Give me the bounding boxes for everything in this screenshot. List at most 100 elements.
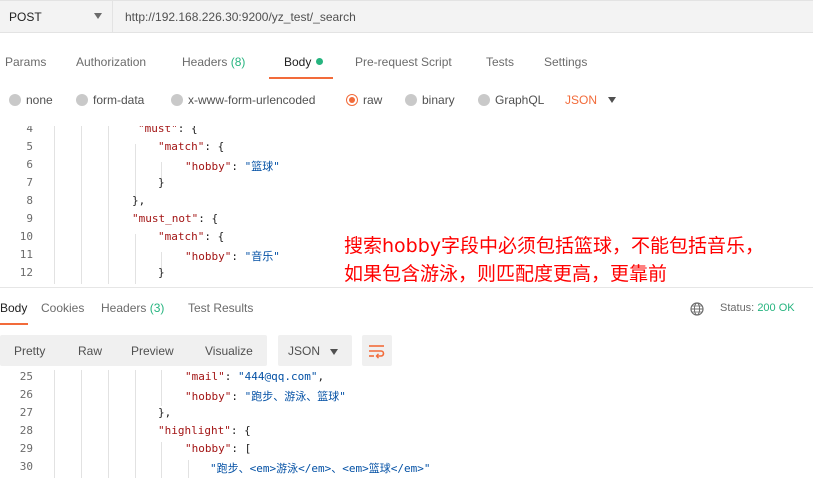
tab-headers[interactable]: Headers (8) xyxy=(182,55,245,69)
json-punct: : { xyxy=(204,230,225,243)
method-select[interactable]: POST xyxy=(0,0,113,33)
response-tab-headers[interactable]: Headers (3) xyxy=(101,301,164,315)
json-key: "mail" xyxy=(185,370,225,383)
json-key: "hobby" xyxy=(185,390,232,403)
json-key: "highlight" xyxy=(158,424,231,437)
code-text: "must": { xyxy=(138,126,198,135)
json-punct: : [ xyxy=(231,442,252,455)
json-key: "match" xyxy=(158,140,205,153)
json-punct: : { xyxy=(177,126,198,135)
line-number: 10 xyxy=(19,230,33,243)
line-number: 27 xyxy=(19,406,33,419)
view-tab-visualize[interactable]: Visualize xyxy=(205,344,253,358)
response-active-tab-indicator xyxy=(0,323,28,325)
json-key: "must" xyxy=(138,126,178,135)
code-text: }, xyxy=(158,406,171,419)
radio-none-label: none xyxy=(26,93,53,107)
code-line: 28 "highlight": { xyxy=(0,422,813,440)
response-format-label: JSON xyxy=(288,344,321,358)
response-tab-cookies[interactable]: Cookies xyxy=(41,301,84,315)
response-view-tabs: Pretty Raw Preview Visualize xyxy=(0,335,267,366)
modified-dot-icon xyxy=(316,58,324,65)
code-line: 6 "hobby": "篮球" xyxy=(0,156,813,174)
json-punct: : xyxy=(224,370,238,383)
line-number: 5 xyxy=(26,140,33,153)
code-text: "match": { xyxy=(158,140,224,153)
radio-icon xyxy=(405,94,417,106)
json-punct: : { xyxy=(230,424,251,437)
json-key: "match" xyxy=(158,230,205,243)
response-format-select[interactable]: JSON xyxy=(278,335,352,366)
code-text: "跑步、<em>游泳</em>、<em>篮球</em>" xyxy=(210,460,430,476)
wrap-lines-button[interactable] xyxy=(362,335,392,366)
radio-binary-label: binary xyxy=(422,93,455,107)
view-tab-pretty[interactable]: Pretty xyxy=(14,344,45,358)
chevron-down-icon[interactable] xyxy=(608,97,616,103)
status-value[interactable]: 200 OK xyxy=(757,302,794,314)
url-input[interactable]: http://192.168.226.30:9200/yz_test/_sear… xyxy=(113,0,813,33)
line-number: 29 xyxy=(19,442,33,455)
pane-divider[interactable] xyxy=(0,287,813,288)
annotation-line-1: 搜索hobby字段中必须包括篮球，不能包括音乐， xyxy=(344,235,765,257)
radio-form-data-label: form-data xyxy=(93,93,145,107)
response-body-viewer[interactable]: 25 "mail": "444@qq.com", 26 "hobby": "跑步、游泳… xyxy=(0,370,813,478)
json-key: "hobby" xyxy=(185,250,232,263)
tab-settings[interactable]: Settings xyxy=(544,55,587,69)
json-punct: : xyxy=(231,160,245,173)
line-number: 8 xyxy=(26,194,33,207)
code-line: 9 "must_not": { xyxy=(0,210,813,228)
response-tab-headers-label: Headers xyxy=(101,301,147,315)
radio-icon xyxy=(76,94,88,106)
code-line: 5 "match": { xyxy=(0,138,813,156)
json-punct: : { xyxy=(204,140,225,153)
tab-body-label: Body xyxy=(284,55,312,69)
chevron-down-icon xyxy=(330,349,338,355)
json-punct: } xyxy=(158,176,165,189)
radio-icon xyxy=(478,94,490,106)
line-number: 30 xyxy=(19,460,33,473)
code-text: "hobby": [ xyxy=(185,442,251,455)
method-label: POST xyxy=(9,10,42,24)
code-line: 30 "跑步、<em>游泳</em>、<em>篮球</em>" xyxy=(0,458,813,476)
line-number: 25 xyxy=(19,370,33,383)
view-tab-preview[interactable]: Preview xyxy=(131,344,174,358)
line-number: 26 xyxy=(19,388,33,401)
url-bar: POST http://192.168.226.30:9200/yz_test/… xyxy=(0,0,813,33)
line-number: 28 xyxy=(19,424,33,437)
headers-count: (8) xyxy=(230,55,246,69)
json-punct: , xyxy=(317,370,325,383)
code-text: "hobby": "音乐" xyxy=(185,248,280,264)
code-text: "match": { xyxy=(158,230,224,243)
tab-tests[interactable]: Tests xyxy=(486,55,514,69)
line-number: 6 xyxy=(26,158,33,171)
response-tab-body[interactable]: Body xyxy=(0,301,27,315)
code-text: } xyxy=(158,266,165,279)
line-number: 9 xyxy=(26,212,33,225)
json-string: "跑步、<em>游泳</em>、<em>篮球</em>" xyxy=(210,462,431,475)
code-text: "hobby": "篮球" xyxy=(185,158,280,174)
tab-params[interactable]: Params xyxy=(5,55,46,69)
code-text: "mail": "444@qq.com", xyxy=(185,370,324,383)
wrap-lines-icon xyxy=(368,343,386,362)
json-punct: }, xyxy=(158,406,172,419)
tab-authorization[interactable]: Authorization xyxy=(76,55,146,69)
body-format-select[interactable]: JSON xyxy=(565,93,597,107)
code-line: 29 "hobby": [ xyxy=(0,440,813,458)
code-text: } xyxy=(158,176,165,189)
response-tab-test-results[interactable]: Test Results xyxy=(188,301,253,315)
chevron-down-icon xyxy=(94,13,102,19)
json-punct: } xyxy=(158,266,165,279)
globe-icon[interactable] xyxy=(690,302,704,319)
body-type-selector: none form-data x-www-form-urlencoded raw… xyxy=(0,88,813,112)
radio-icon xyxy=(9,94,21,106)
active-tab-indicator xyxy=(269,77,333,79)
json-punct: : xyxy=(231,250,245,263)
tab-body[interactable]: Body xyxy=(284,55,324,69)
code-line: 26 "hobby": "跑步、游泳、篮球" xyxy=(0,386,813,404)
view-tab-raw[interactable]: Raw xyxy=(78,344,102,358)
json-string: "跑步、游泳、篮球" xyxy=(244,390,346,403)
code-line: 4 "must": { xyxy=(0,126,813,138)
tab-prerequest-script[interactable]: Pre-request Script xyxy=(355,55,452,69)
code-line: 27}, xyxy=(0,404,813,422)
json-string: "篮球" xyxy=(244,160,280,173)
